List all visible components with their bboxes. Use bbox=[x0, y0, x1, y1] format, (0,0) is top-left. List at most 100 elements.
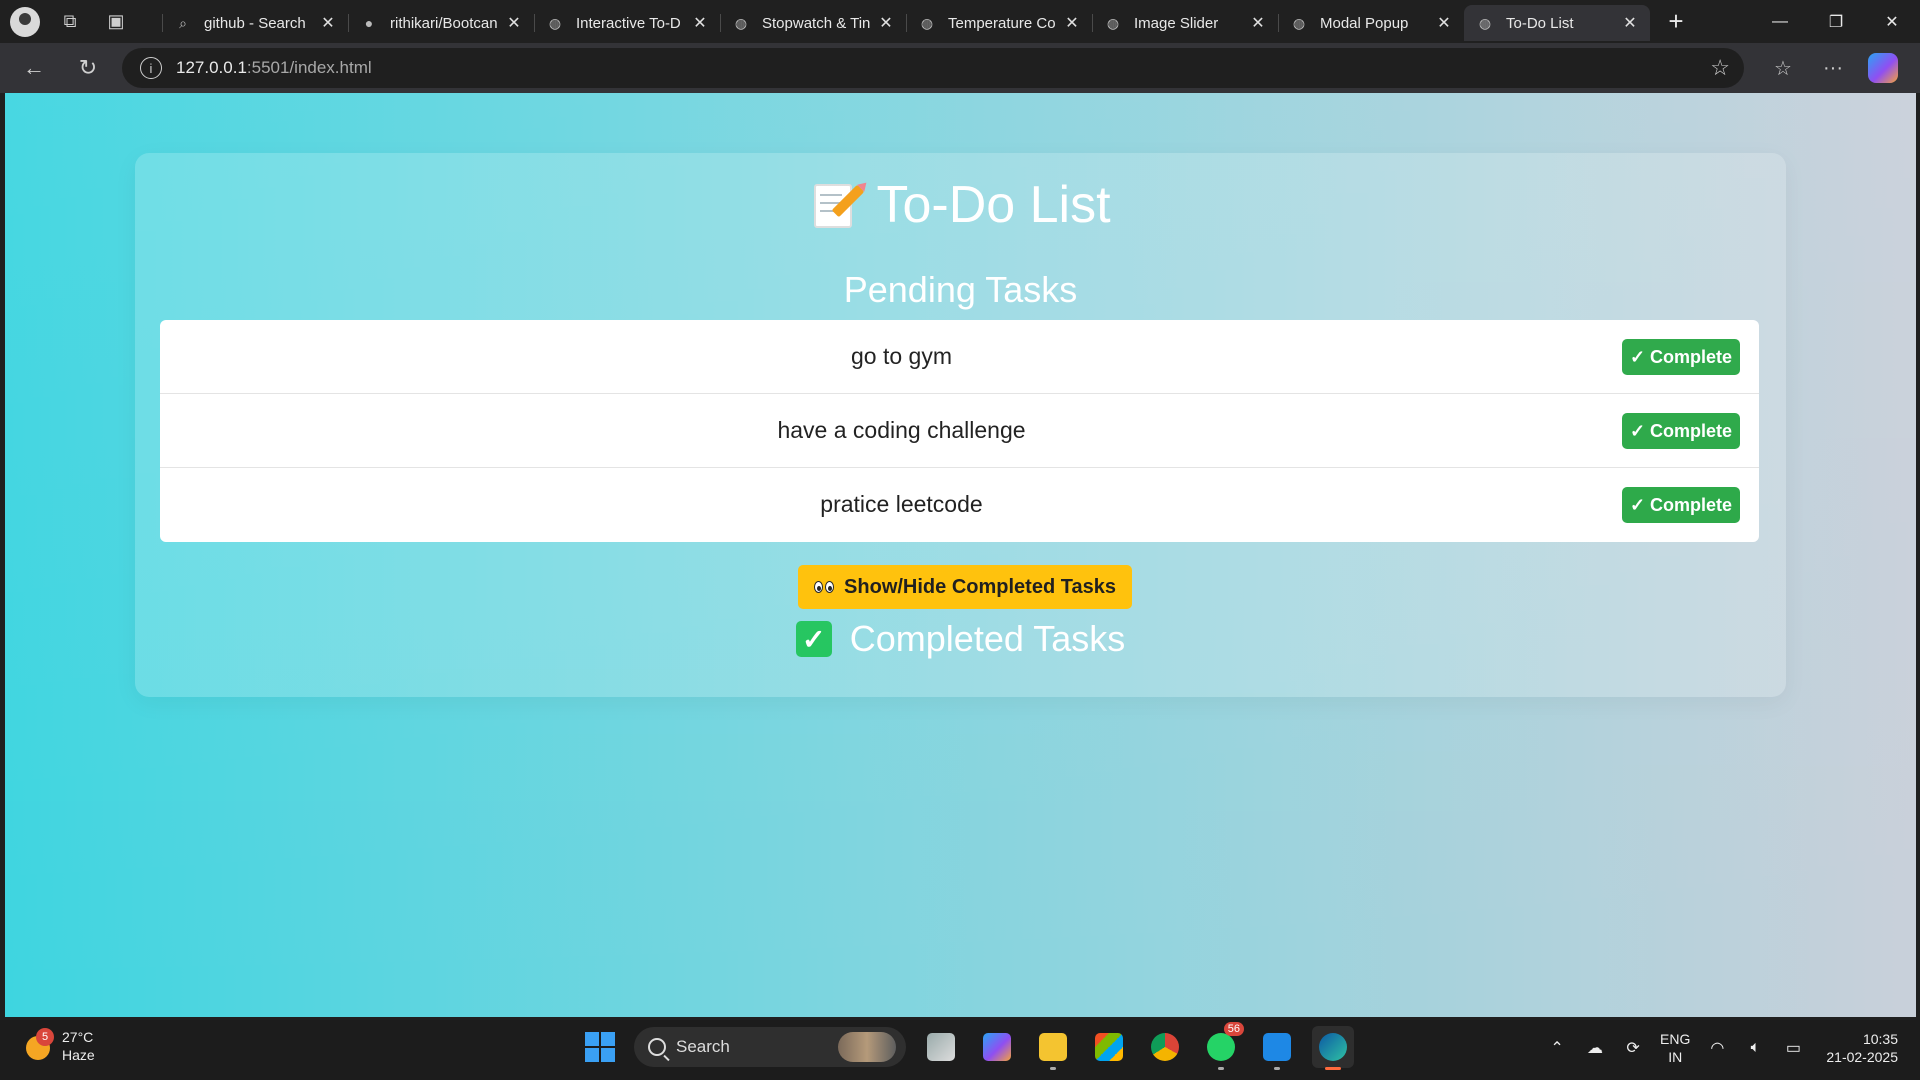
onedrive-icon[interactable]: ☁ bbox=[1584, 1037, 1606, 1059]
close-icon[interactable]: ✕ bbox=[1434, 13, 1454, 33]
lang-top: ENG bbox=[1660, 1031, 1691, 1047]
close-window-icon[interactable]: ✕ bbox=[1864, 0, 1920, 43]
tab-title: Image Slider bbox=[1134, 14, 1219, 32]
tab-rithikari-bootcamp[interactable]: ● rithikari/Bootcan ✕ bbox=[348, 5, 534, 41]
tab-temperature[interactable]: ◍ Temperature Co ✕ bbox=[906, 5, 1092, 41]
clock[interactable]: 10:35 21-02-2025 bbox=[1826, 1030, 1898, 1066]
task-text: have a coding challenge bbox=[777, 417, 1026, 443]
tab-stopwatch[interactable]: ◍ Stopwatch & Tin ✕ bbox=[720, 5, 906, 41]
taskbar-search[interactable]: Search bbox=[634, 1027, 906, 1067]
tab-todo-list[interactable]: ◍ To-Do List ✕ bbox=[1464, 5, 1650, 41]
close-icon[interactable]: ✕ bbox=[1248, 13, 1268, 33]
tab-title: Stopwatch & Tin bbox=[762, 14, 871, 32]
github-icon: ● bbox=[364, 15, 374, 31]
page-viewport: To-Do List Pending Tasks go to gym ✓ Com… bbox=[5, 93, 1916, 1017]
weather-temp: 27°C bbox=[62, 1029, 94, 1045]
weather-badge: 5 bbox=[36, 1028, 54, 1046]
site-info-icon[interactable]: i bbox=[140, 57, 162, 79]
chevron-up-icon[interactable]: ⌃ bbox=[1546, 1037, 1568, 1059]
task-view-icon[interactable] bbox=[920, 1026, 962, 1068]
tab-image-slider[interactable]: ◍ Image Slider ✕ bbox=[1092, 5, 1278, 41]
toggle-completed-button[interactable]: Show/Hide Completed Tasks bbox=[798, 565, 1132, 609]
wifi-icon[interactable]: ◠ bbox=[1706, 1037, 1728, 1059]
favorite-star-icon[interactable]: ☆ bbox=[1710, 55, 1730, 81]
tab-interactive-todo[interactable]: ◍ Interactive To-D ✕ bbox=[534, 5, 720, 41]
close-icon[interactable]: ✕ bbox=[318, 13, 338, 33]
restore-icon[interactable]: ❐ bbox=[1808, 0, 1864, 43]
url-host: 127.0.0.1 bbox=[176, 58, 247, 77]
workspaces-icon[interactable]: ⧉ bbox=[54, 6, 86, 38]
microsoft-store-icon[interactable] bbox=[1088, 1026, 1130, 1068]
vertical-tabs-icon[interactable]: ▣ bbox=[100, 6, 132, 38]
tab-strip: ⌕ github - Search ✕ ● rithikari/Bootcan … bbox=[162, 0, 1696, 43]
refresh-icon[interactable]: ↻ bbox=[68, 48, 108, 88]
toggle-completed-label: Show/Hide Completed Tasks bbox=[844, 575, 1116, 598]
edge-icon[interactable] bbox=[1312, 1026, 1354, 1070]
file-explorer-icon[interactable] bbox=[1032, 1026, 1074, 1070]
language-indicator[interactable]: ENG IN bbox=[1660, 1030, 1690, 1066]
globe-icon: ◍ bbox=[548, 14, 562, 31]
close-icon[interactable]: ✕ bbox=[876, 13, 896, 33]
title-row: To-Do List bbox=[135, 175, 1786, 235]
globe-icon: ◍ bbox=[1478, 14, 1492, 31]
close-icon[interactable]: ✕ bbox=[504, 13, 524, 33]
close-icon[interactable]: ✕ bbox=[1620, 13, 1640, 33]
tab-title: To-Do List bbox=[1506, 14, 1574, 32]
globe-icon: ◍ bbox=[734, 14, 748, 31]
more-menu-icon[interactable]: ··· bbox=[1818, 53, 1848, 83]
tab-title: Temperature Co bbox=[948, 14, 1056, 32]
tab-modal-popup[interactable]: ◍ Modal Popup ✕ bbox=[1278, 5, 1464, 41]
completed-heading: Completed Tasks bbox=[849, 618, 1126, 659]
url-path: :5501/index.html bbox=[246, 58, 372, 77]
globe-icon: ◍ bbox=[1106, 14, 1120, 31]
close-icon[interactable]: ✕ bbox=[690, 13, 710, 33]
tab-github-search[interactable]: ⌕ github - Search ✕ bbox=[162, 5, 348, 41]
task-item: go to gym ✓ Complete bbox=[160, 320, 1759, 394]
page-title: To-Do List bbox=[876, 176, 1111, 234]
complete-button[interactable]: ✓ Complete bbox=[1622, 339, 1740, 375]
address-bar[interactable]: i 127.0.0.1:5501/index.html ☆ bbox=[122, 48, 1744, 88]
whatsapp-icon[interactable]: 56 bbox=[1200, 1022, 1244, 1070]
tab-bar-left-controls: ⧉ ▣ bbox=[0, 6, 162, 38]
complete-button[interactable]: ✓ Complete bbox=[1622, 413, 1740, 449]
favorites-icon[interactable]: ☆ bbox=[1768, 53, 1798, 83]
tab-title: github - Search bbox=[204, 14, 306, 32]
vscode-icon[interactable] bbox=[1256, 1026, 1298, 1070]
search-highlight-image bbox=[838, 1032, 896, 1062]
completed-heading-row: ✓ Completed Tasks bbox=[135, 618, 1786, 660]
profile-icon[interactable] bbox=[10, 6, 40, 37]
task-item: have a coding challenge ✓ Complete bbox=[160, 394, 1759, 468]
complete-button[interactable]: ✓ Complete bbox=[1622, 487, 1740, 523]
weather-icon: 5 bbox=[22, 1028, 54, 1062]
taskbar-apps: Search 56 bbox=[580, 1022, 1354, 1070]
tab-title: Modal Popup bbox=[1320, 14, 1409, 32]
sync-icon[interactable]: ⟳ bbox=[1622, 1037, 1644, 1059]
copilot-icon[interactable] bbox=[1868, 53, 1898, 83]
system-tray: ⌃ ☁ ⟳ ENG IN ◠ 🔈︎ ▭ 10:35 21-02-2025 bbox=[1546, 1030, 1898, 1066]
address-bar-row: ← ↻ i 127.0.0.1:5501/index.html ☆ ☆ ··· bbox=[0, 43, 1920, 93]
new-tab-button[interactable]: + bbox=[1656, 4, 1696, 40]
volume-icon[interactable]: 🔈︎ bbox=[1744, 1037, 1766, 1059]
minimize-icon[interactable]: — bbox=[1752, 0, 1808, 43]
windows-start-icon[interactable] bbox=[580, 1027, 620, 1067]
whatsapp-badge: 56 bbox=[1223, 1022, 1244, 1036]
url-text[interactable]: 127.0.0.1:5501/index.html bbox=[176, 58, 1710, 78]
weather-widget[interactable]: 5 27°C Haze bbox=[22, 1028, 95, 1064]
pending-task-list: go to gym ✓ Complete have a coding chall… bbox=[160, 320, 1759, 542]
time: 10:35 bbox=[1862, 1031, 1898, 1047]
todo-card: To-Do List Pending Tasks go to gym ✓ Com… bbox=[135, 153, 1786, 697]
battery-icon[interactable]: ▭ bbox=[1782, 1037, 1804, 1059]
back-icon[interactable]: ← bbox=[14, 48, 54, 88]
date: 21-02-2025 bbox=[1826, 1049, 1898, 1065]
search-icon bbox=[648, 1038, 666, 1056]
pending-heading: Pending Tasks bbox=[843, 269, 1078, 310]
task-item: pratice leetcode ✓ Complete bbox=[160, 468, 1759, 542]
globe-icon: ◍ bbox=[920, 14, 934, 31]
chrome-icon[interactable] bbox=[1144, 1026, 1186, 1068]
close-icon[interactable]: ✕ bbox=[1062, 13, 1082, 33]
copilot-app-icon[interactable] bbox=[976, 1026, 1018, 1068]
taskbar-search-label: Search bbox=[676, 1037, 730, 1056]
weather-desc: Haze bbox=[62, 1047, 95, 1063]
task-text: pratice leetcode bbox=[820, 491, 983, 517]
browser-tab-bar: ⧉ ▣ ⌕ github - Search ✕ ● rithikari/Boot… bbox=[0, 0, 1920, 43]
